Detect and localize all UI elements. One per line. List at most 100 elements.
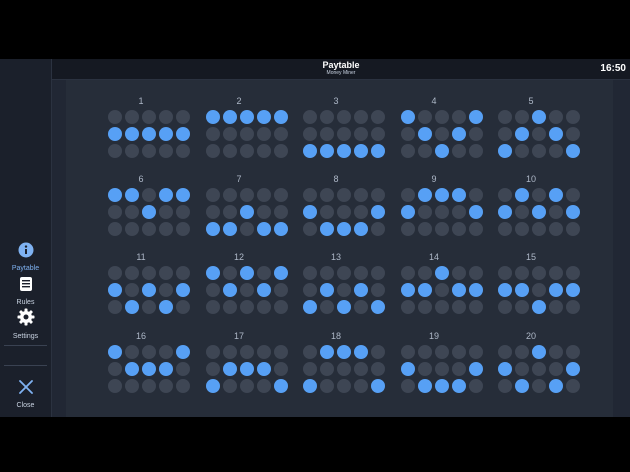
sidebar-divider: [4, 365, 47, 366]
payline-dot: [303, 222, 317, 236]
payline-dot: [337, 127, 351, 141]
payline-dot-active: [176, 283, 190, 297]
payline-9: 9: [385, 174, 483, 240]
payline-dot: [418, 205, 432, 219]
payline-dot: [159, 110, 173, 124]
payline-dot: [142, 188, 156, 202]
payline-dot-active: [452, 127, 466, 141]
rules-icon: [18, 276, 34, 297]
payline-dot-active: [549, 379, 563, 393]
payline-dot: [223, 379, 237, 393]
payline-dot: [515, 300, 529, 314]
payline-dot: [303, 110, 317, 124]
payline-dot-active: [469, 362, 483, 376]
payline-dot: [549, 266, 563, 280]
payline-pattern: [206, 345, 288, 397]
payline-dot-active: [549, 188, 563, 202]
payline-dot: [401, 127, 415, 141]
payline-dot: [418, 266, 432, 280]
clock: 16:50: [600, 63, 626, 74]
payline-dot-active: [337, 144, 351, 158]
payline-dot: [371, 110, 385, 124]
game-name: Money Miner: [326, 70, 356, 76]
payline-number: 17: [233, 331, 244, 341]
payline-dot-active: [498, 362, 512, 376]
payline-pattern: [401, 266, 483, 318]
payline-dot: [108, 266, 122, 280]
payline-dot-active: [125, 300, 139, 314]
payline-dot-active: [469, 110, 483, 124]
payline-dot-active: [274, 110, 288, 124]
payline-7: 7: [190, 174, 288, 240]
payline-number: 5: [528, 96, 534, 106]
payline-dot-active: [274, 222, 288, 236]
paytable-screen: Paytable Money Miner 16:50 Paytable Rule…: [0, 59, 630, 417]
payline-19: 19: [385, 331, 483, 397]
payline-dot-active: [418, 127, 432, 141]
payline-dot: [418, 222, 432, 236]
payline-pattern: [206, 188, 288, 240]
payline-dot-active: [320, 283, 334, 297]
payline-dot: [320, 266, 334, 280]
payline-dot: [176, 205, 190, 219]
payline-dot-active: [566, 362, 580, 376]
payline-dot: [108, 205, 122, 219]
payline-dot: [532, 188, 546, 202]
payline-dot: [257, 379, 271, 393]
payline-10: 10: [482, 174, 580, 240]
payline-dot-active: [142, 205, 156, 219]
payline-dot: [320, 362, 334, 376]
payline-number: 9: [431, 174, 437, 184]
payline-dot: [566, 266, 580, 280]
payline-dot: [274, 127, 288, 141]
payline-dot-active: [206, 266, 220, 280]
payline-dot: [206, 205, 220, 219]
payline-pattern: [108, 345, 190, 397]
payline-dot-active: [418, 379, 432, 393]
payline-dot: [142, 266, 156, 280]
payline-dot: [125, 345, 139, 359]
payline-dot-active: [418, 283, 432, 297]
payline-dot: [176, 266, 190, 280]
payline-dot: [159, 205, 173, 219]
payline-dot: [515, 144, 529, 158]
payline-dot-active: [354, 283, 368, 297]
payline-dot: [223, 300, 237, 314]
payline-12: 12: [190, 252, 288, 318]
payline-dot: [549, 300, 563, 314]
payline-dot: [549, 362, 563, 376]
payline-dot: [515, 362, 529, 376]
payline-dot: [371, 188, 385, 202]
payline-dot: [125, 379, 139, 393]
sidebar-item-paytable[interactable]: Paytable: [0, 242, 51, 272]
payline-dot: [515, 266, 529, 280]
payline-dot-active: [223, 222, 237, 236]
payline-dot: [274, 362, 288, 376]
payline-dot-active: [566, 205, 580, 219]
payline-dot-active: [108, 283, 122, 297]
payline-dot: [354, 266, 368, 280]
payline-dot-active: [206, 110, 220, 124]
payline-dot: [176, 110, 190, 124]
payline-dot: [337, 362, 351, 376]
payline-dot: [108, 379, 122, 393]
payline-dot: [223, 144, 237, 158]
sidebar-item-settings[interactable]: Settings: [0, 308, 51, 340]
payline-dot: [452, 222, 466, 236]
payline-dot-active: [125, 362, 139, 376]
payline-dot: [159, 283, 173, 297]
payline-dot: [371, 362, 385, 376]
payline-dot: [515, 205, 529, 219]
payline-dot: [206, 300, 220, 314]
payline-dot-active: [452, 188, 466, 202]
close-button[interactable]: Close: [0, 379, 51, 409]
sidebar-item-rules[interactable]: Rules: [0, 276, 51, 306]
payline-dot-active: [401, 205, 415, 219]
payline-dot-active: [274, 379, 288, 393]
payline-dot: [125, 110, 139, 124]
payline-dot: [337, 110, 351, 124]
payline-number: 1: [138, 96, 144, 106]
payline-dot: [257, 205, 271, 219]
payline-dot-active: [142, 362, 156, 376]
payline-pattern: [401, 110, 483, 162]
